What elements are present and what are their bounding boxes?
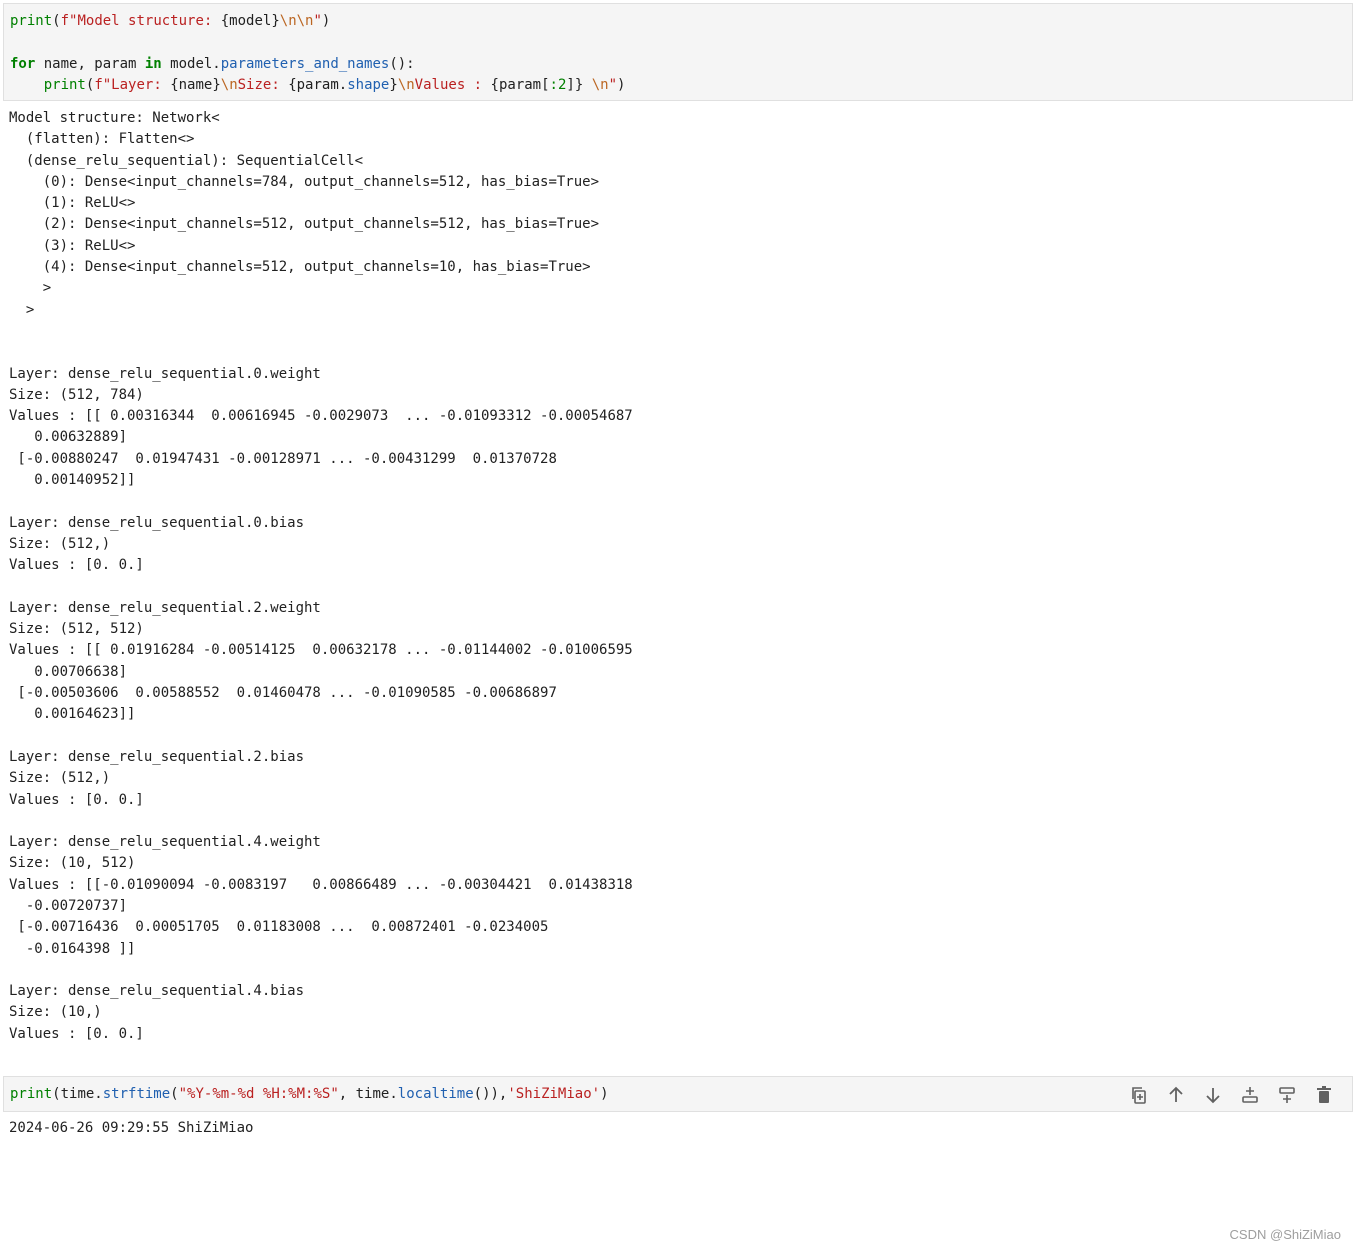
in-keyword: in xyxy=(144,55,162,72)
duplicate-icon xyxy=(1131,1087,1146,1104)
delete-icon xyxy=(1316,1086,1331,1103)
move-cell-up-button[interactable] xyxy=(1157,1083,1194,1107)
delete-cell-button[interactable] xyxy=(1305,1083,1342,1107)
insert-below-icon xyxy=(1278,1087,1295,1103)
move-down-icon xyxy=(1205,1088,1220,1104)
output-text-2: 2024-06-26 09:29:55 ShiZiMiao xyxy=(9,1120,254,1136)
cell-output-1: Model structure: Network< (flatten): Fla… xyxy=(9,108,633,1045)
cell-output-2: 2024-06-26 09:29:55 ShiZiMiao xyxy=(9,1118,253,1139)
for-keyword: for xyxy=(10,55,36,72)
output-text-1: Model structure: Network< (flatten): Fla… xyxy=(9,110,633,1042)
code-editor-1[interactable]: print(f"Model structure: {model}\n\n") f… xyxy=(10,11,1352,96)
cell-toolbar xyxy=(1120,1083,1342,1107)
insert-above-icon xyxy=(1241,1087,1258,1103)
insert-cell-above-button[interactable] xyxy=(1231,1083,1268,1107)
duplicate-cell-button[interactable] xyxy=(1120,1083,1157,1107)
code-cell-1[interactable]: print(f"Model structure: {model}\n\n") f… xyxy=(3,3,1353,101)
move-up-icon xyxy=(1168,1086,1183,1102)
print-keyword: print xyxy=(10,13,53,29)
insert-cell-below-button[interactable] xyxy=(1268,1083,1305,1107)
move-cell-down-button[interactable] xyxy=(1194,1083,1231,1107)
watermark: CSDN @ShiZiMiao xyxy=(1229,1227,1341,1242)
